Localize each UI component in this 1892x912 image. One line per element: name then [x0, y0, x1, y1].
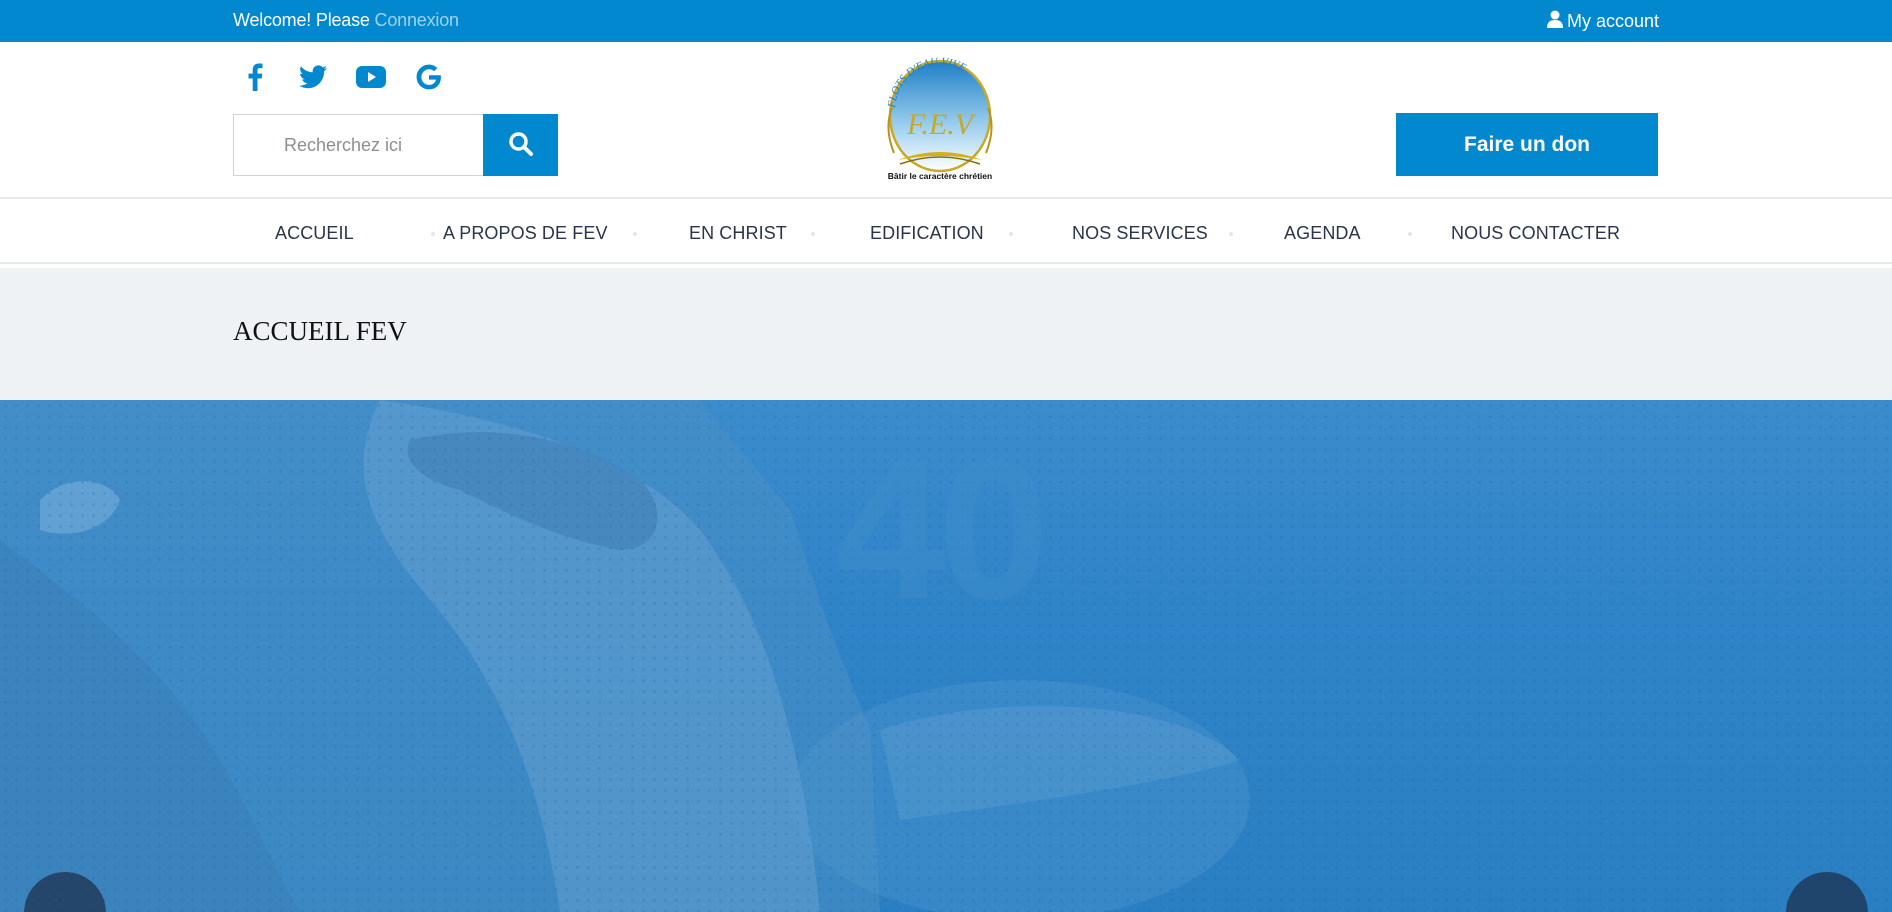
- welcome-text: Welcome! Please: [233, 10, 370, 30]
- nav-item-en-christ[interactable]: EN CHRIST: [689, 223, 787, 244]
- donate-button[interactable]: Faire un don: [1396, 113, 1658, 176]
- logo-tagline: Bâtir le caractère chrétien: [888, 171, 992, 181]
- search-input[interactable]: [233, 114, 483, 176]
- search-button[interactable]: [483, 114, 558, 176]
- login-link[interactable]: Connexion: [375, 10, 459, 30]
- social-links: [240, 62, 444, 92]
- nav-separator: [1229, 232, 1233, 236]
- nav-separator: [811, 232, 815, 236]
- nav-separator: [431, 232, 435, 236]
- google-icon[interactable]: [414, 62, 444, 92]
- page-title-strip: ACCUEIL FEV: [0, 268, 1892, 400]
- hero-slider: 40: [0, 400, 1892, 912]
- nav-item-accueil[interactable]: ACCUEIL: [275, 223, 354, 244]
- nav-separator: [633, 232, 637, 236]
- search-form: [233, 114, 558, 176]
- user-icon: [1546, 10, 1563, 33]
- hero-number-watermark: 40: [835, 418, 1049, 641]
- nav-item-a-propos[interactable]: A PROPOS DE FEV: [443, 223, 608, 244]
- nav-item-nos-services[interactable]: NOS SERVICES: [1072, 223, 1208, 244]
- logo-initials: F.E.V: [906, 108, 977, 141]
- nav-item-agenda[interactable]: AGENDA: [1284, 223, 1361, 244]
- page-title: ACCUEIL FEV: [233, 316, 407, 346]
- site-logo[interactable]: FLOTS D'EAU VIVE F.E.V Bâtir le caractèr…: [870, 48, 1010, 188]
- nav-separator: [1009, 232, 1013, 236]
- nav-separator: [1408, 232, 1412, 236]
- welcome-message: Welcome! Please Connexion: [233, 10, 459, 31]
- top-bar: Welcome! Please Connexion My account: [0, 0, 1892, 42]
- twitter-icon[interactable]: [298, 62, 328, 92]
- nav-item-edification[interactable]: EDIFICATION: [870, 223, 984, 244]
- my-account-link[interactable]: My account: [1546, 10, 1659, 33]
- my-account-label: My account: [1566, 11, 1659, 31]
- youtube-icon[interactable]: [356, 62, 386, 92]
- nav-item-nous-contacter[interactable]: NOUS CONTACTER: [1451, 223, 1620, 244]
- main-nav: ACCUEIL A PROPOS DE FEV EN CHRIST EDIFIC…: [0, 201, 1892, 264]
- site-header: FLOTS D'EAU VIVE F.E.V Bâtir le caractèr…: [0, 42, 1892, 199]
- search-icon: [508, 131, 534, 160]
- facebook-icon[interactable]: [240, 62, 270, 92]
